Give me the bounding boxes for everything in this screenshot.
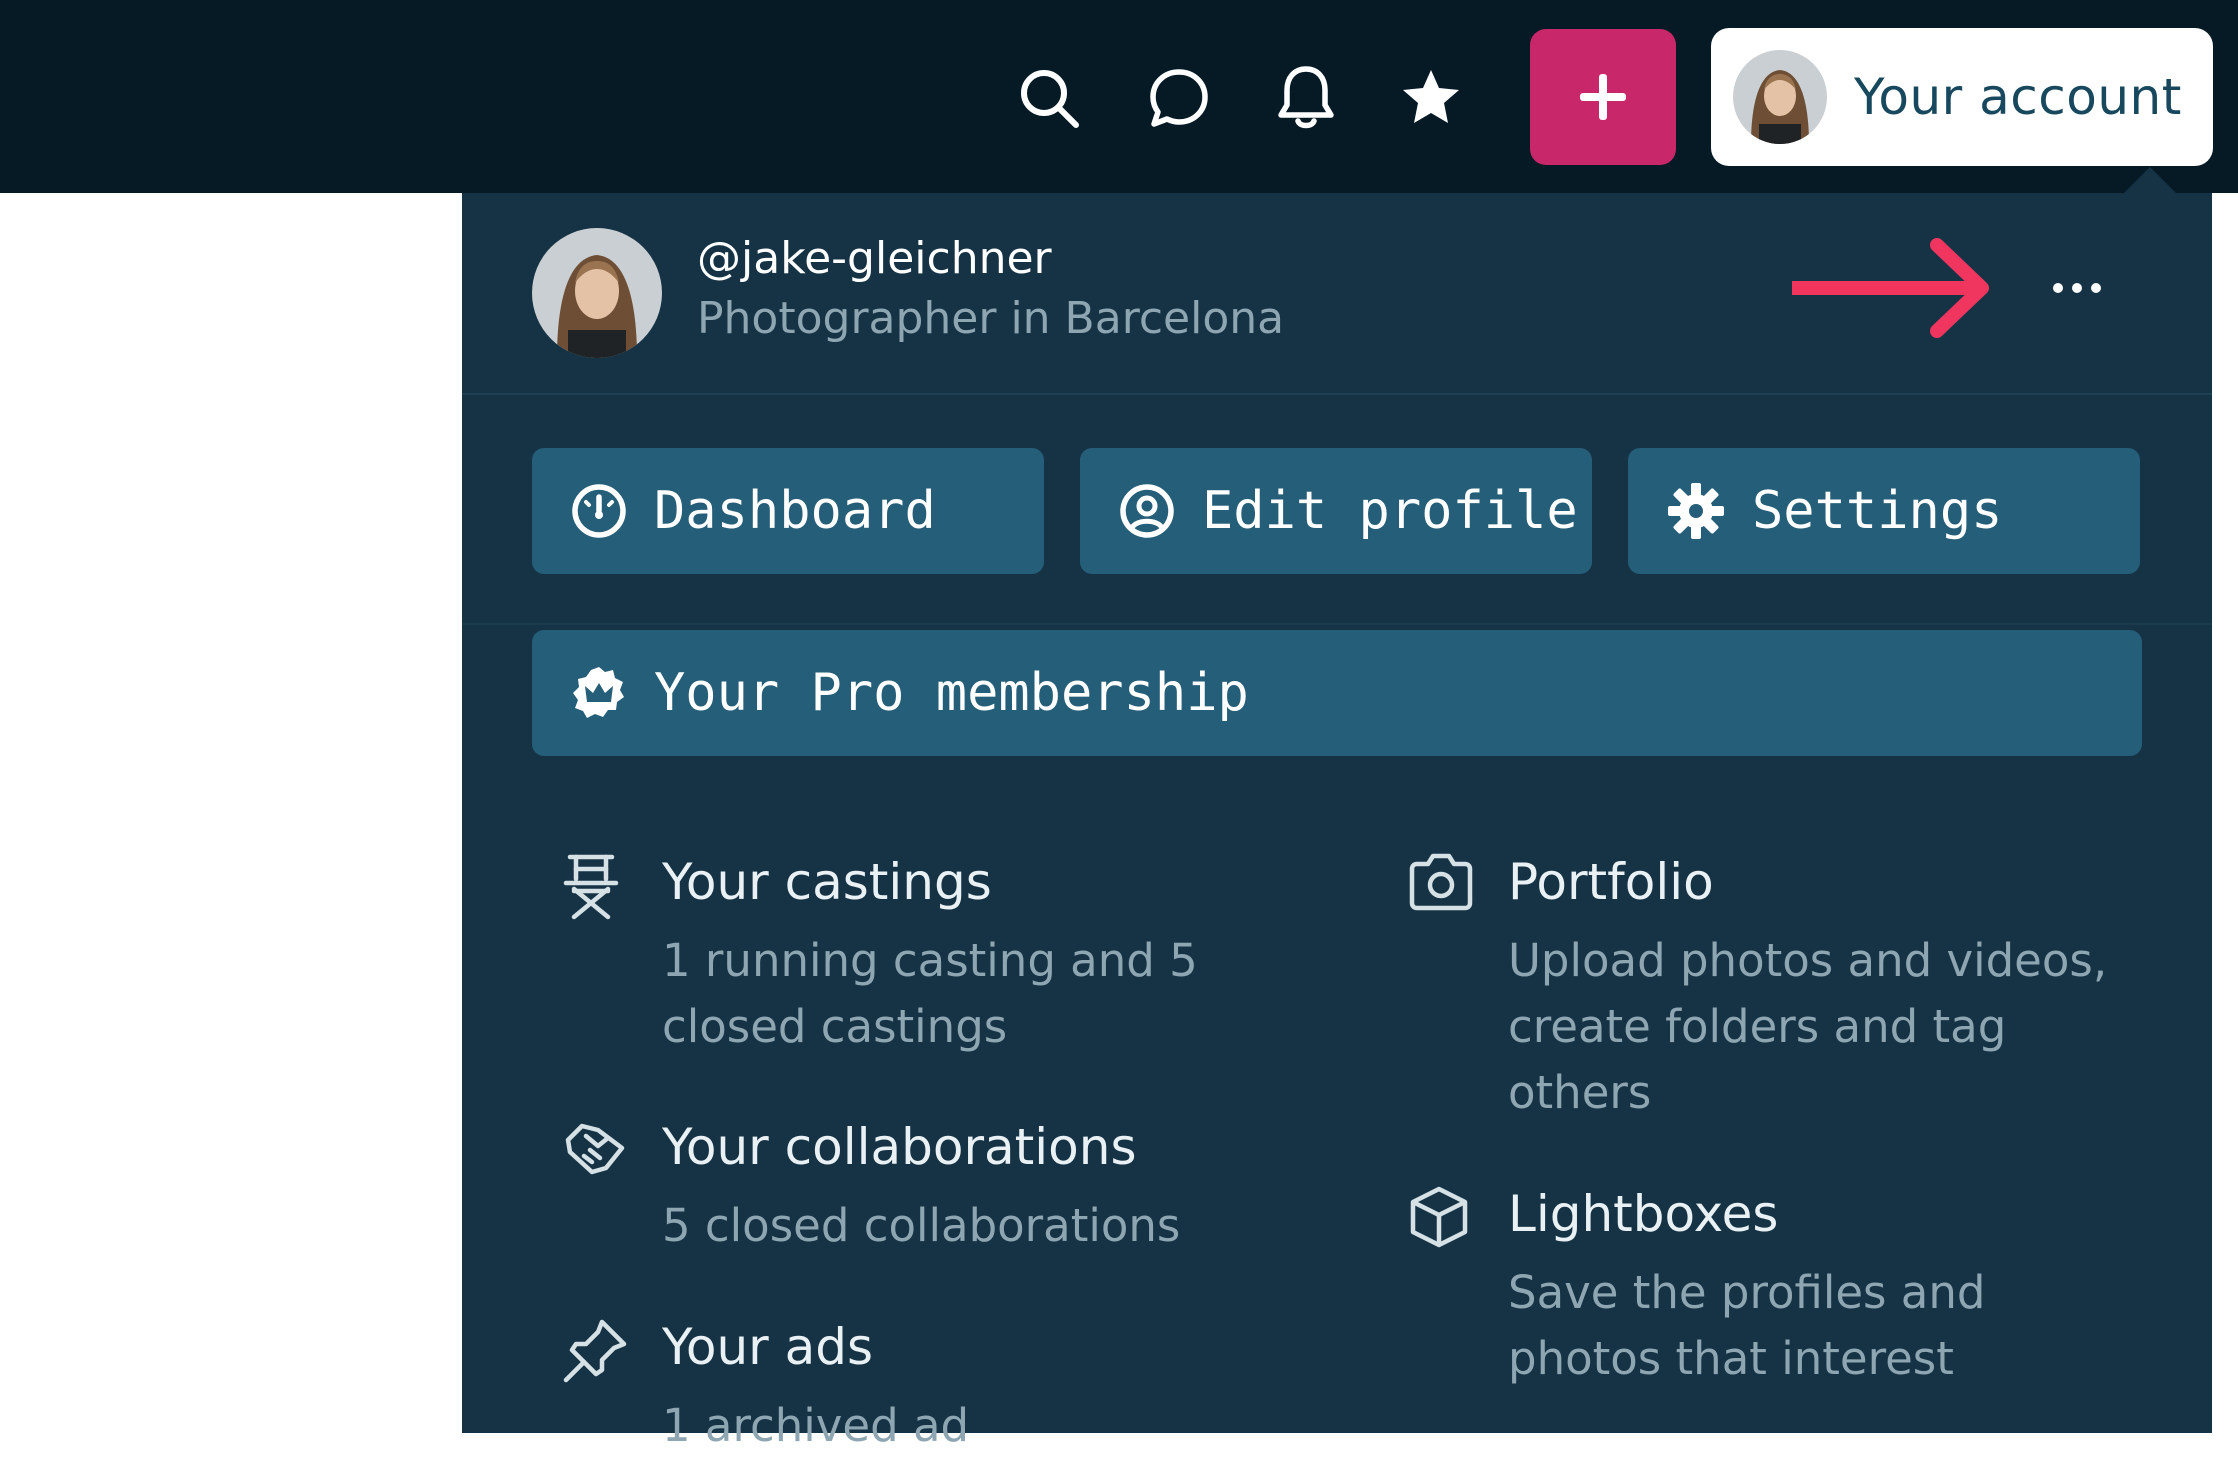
user-circle-icon: [1120, 484, 1174, 538]
bell-icon[interactable]: [1268, 60, 1344, 136]
portfolio-title: Portfolio: [1508, 853, 1714, 911]
portfolio-item[interactable]: Portfolio Upload photos and videos, crea…: [1408, 853, 2148, 1119]
plus-icon: [1580, 74, 1626, 120]
ads-description: 1 archived ad: [662, 1399, 970, 1452]
lightboxes-title: Lightboxes: [1508, 1185, 1779, 1243]
pro-membership-button[interactable]: Your Pro membership: [532, 630, 2142, 756]
profile-avatar[interactable]: [532, 228, 662, 358]
camera-icon: [1409, 853, 1473, 911]
settings-label: Settings: [1752, 481, 2003, 541]
lightboxes-item[interactable]: Lightboxes Save the profiles and photos …: [1408, 1185, 2148, 1385]
collaborations-title: Your collaborations: [662, 1118, 1137, 1176]
crown-badge-icon: [573, 667, 624, 718]
pro-membership-label: Your Pro membership: [654, 663, 1249, 723]
directors-chair-icon: [563, 854, 619, 920]
account-dropdown: @jake-gleichner Photographer in Barcelon…: [462, 193, 2212, 1452]
castings-description: 1 running casting and 5 closed castings: [662, 934, 1198, 1053]
search-icon[interactable]: [1011, 60, 1087, 136]
collaborations-description: 5 closed collaborations: [662, 1199, 1181, 1252]
edit-profile-label: Edit profile: [1202, 481, 1578, 541]
create-button[interactable]: [1530, 29, 1676, 165]
annotation-arrow: [1792, 238, 1989, 338]
ads-item[interactable]: Your ads 1 archived ad: [562, 1318, 1302, 1468]
portfolio-description: Upload photos and videos, create folders…: [1508, 934, 2108, 1119]
dashboard-button[interactable]: Dashboard: [532, 448, 1044, 574]
dropdown-caret: [2124, 167, 2176, 193]
gauge-icon: [572, 484, 626, 538]
dashboard-label: Dashboard: [654, 481, 936, 541]
pin-icon: [563, 1319, 627, 1383]
gear-icon: [1668, 483, 1724, 539]
handshake-icon: [565, 1123, 625, 1175]
edit-profile-button[interactable]: Edit profile: [1080, 448, 1592, 574]
cube-icon: [1410, 1186, 1468, 1248]
account-label: Your account: [1854, 68, 2182, 126]
castings-title: Your castings: [662, 853, 992, 911]
more-options-button[interactable]: [2037, 258, 2117, 318]
ads-title: Your ads: [662, 1318, 874, 1376]
castings-item[interactable]: Your castings 1 running casting and 5 cl…: [562, 853, 1302, 1053]
ellipsis-icon: [2053, 283, 2063, 293]
profile-subtitle: Photographer in Barcelona: [697, 293, 1285, 344]
chat-icon[interactable]: [1141, 60, 1217, 136]
profile-handle[interactable]: @jake-gleichner: [697, 233, 1052, 284]
star-icon[interactable]: [1393, 60, 1469, 136]
top-navigation-bar: Your account: [0, 0, 2238, 193]
avatar: [1733, 50, 1827, 144]
section-divider: [462, 623, 2212, 625]
profile-header: @jake-gleichner Photographer in Barcelon…: [462, 193, 2212, 395]
collaborations-item[interactable]: Your collaborations 5 closed collaborati…: [562, 1118, 1302, 1268]
settings-button[interactable]: Settings: [1628, 448, 2140, 574]
lightboxes-description: Save the profiles and photos that intere…: [1508, 1266, 1986, 1385]
account-button[interactable]: Your account: [1711, 28, 2213, 166]
